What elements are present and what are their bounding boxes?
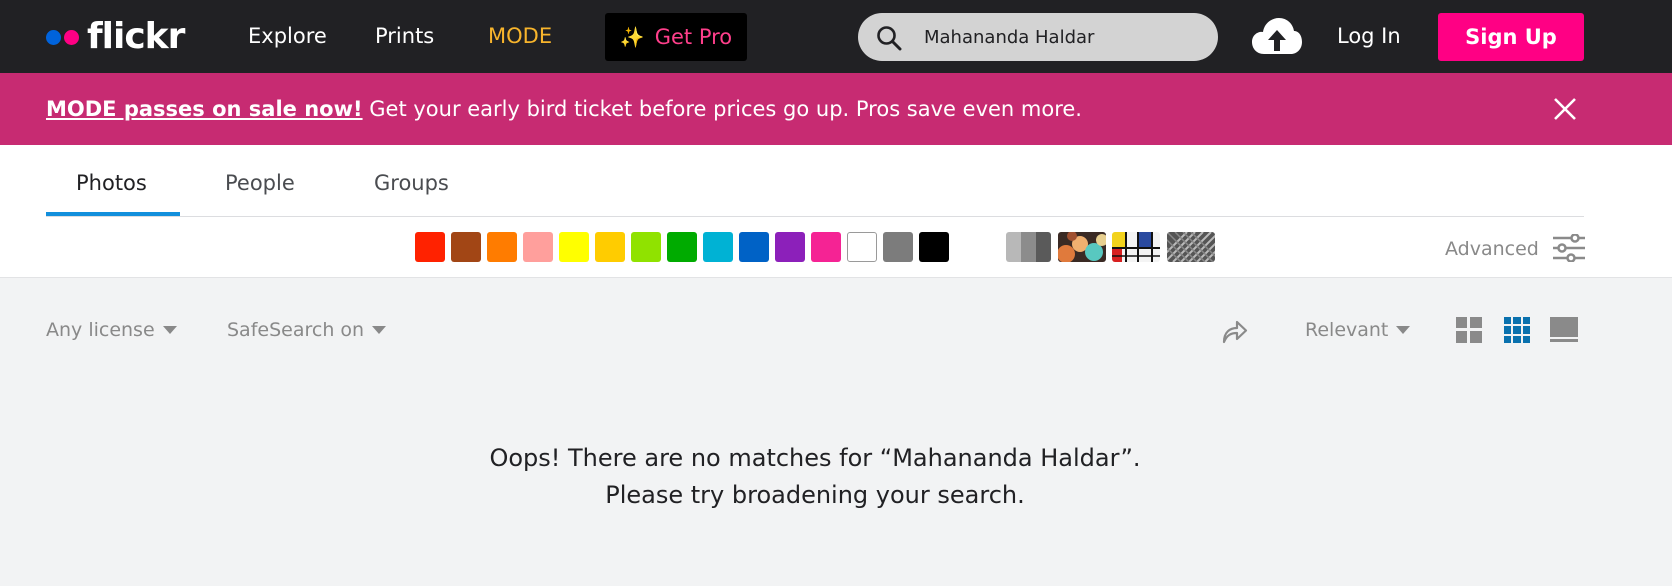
style-filter-minimalism[interactable] [1112, 232, 1160, 262]
color-swatch-lime[interactable] [631, 232, 661, 262]
color-swatch-magenta[interactable] [811, 232, 841, 262]
share-icon[interactable] [1220, 317, 1248, 345]
bokeh-icon [1058, 232, 1106, 262]
log-in-link[interactable]: Log In [1337, 22, 1401, 50]
tab-groups[interactable]: Groups [374, 169, 449, 197]
mondrian-icon [1112, 232, 1160, 262]
pattern-texture-icon [1167, 232, 1215, 262]
no-results-line-2: Please try broadening your search. [605, 481, 1025, 509]
color-swatch-teal[interactable] [703, 232, 733, 262]
color-swatch-black[interactable] [919, 232, 949, 262]
banner-link[interactable]: MODE passes on sale now! [46, 97, 363, 121]
caret-down-icon [162, 326, 177, 334]
search-tabs: Photos People Groups [46, 145, 1584, 217]
black-and-white-icon [1006, 232, 1051, 262]
search-input[interactable] [924, 21, 1204, 53]
sparkle-icon: ✨ [619, 25, 645, 49]
search-box[interactable] [858, 13, 1218, 61]
style-filter-patterns[interactable] [1167, 232, 1215, 262]
logo-wordmark: flickr [87, 16, 185, 57]
style-filter-depth-of-field[interactable] [1058, 232, 1106, 262]
search-icon[interactable] [876, 25, 902, 51]
active-tab-indicator [46, 212, 180, 216]
license-label: Any license [46, 319, 155, 341]
tab-people[interactable]: People [225, 169, 295, 197]
tab-photos[interactable]: Photos [76, 169, 147, 197]
advanced-search-link[interactable]: Advanced [1445, 237, 1539, 261]
sort-dropdown[interactable]: Relevant [1305, 318, 1411, 342]
color-swatch-brown[interactable] [451, 232, 481, 262]
color-swatch-green[interactable] [667, 232, 697, 262]
sign-up-button[interactable]: Sign Up [1438, 13, 1584, 61]
nav-prints[interactable]: Prints [375, 22, 434, 50]
banner-text: Get your early bird ticket before prices… [369, 97, 1082, 121]
justified-view-icon[interactable] [1504, 317, 1530, 343]
nav-explore[interactable]: Explore [248, 22, 327, 50]
grid-large-view-icon[interactable] [1456, 317, 1482, 343]
caret-down-icon [372, 326, 387, 334]
color-swatch-gold[interactable] [595, 232, 625, 262]
promo-banner: MODE passes on sale now! Get your early … [0, 73, 1672, 145]
safesearch-dropdown[interactable]: SafeSearch on [227, 318, 387, 342]
get-pro-button[interactable]: ✨ Get Pro [605, 13, 747, 61]
get-pro-label: Get Pro [654, 25, 733, 49]
color-swatch-purple[interactable] [775, 232, 805, 262]
color-swatch-red[interactable] [415, 232, 445, 262]
logo-pink-dot [64, 29, 79, 45]
flickr-logo[interactable]: flickr [46, 16, 185, 57]
color-swatch-white[interactable] [847, 232, 877, 262]
banner-message: MODE passes on sale now! Get your early … [46, 95, 1082, 123]
color-swatch-orange[interactable] [487, 232, 517, 262]
top-navigation: flickr Explore Prints MODE ✨ Get Pro Log… [0, 0, 1672, 73]
no-results-line-1: Oops! There are no matches for “Mahanand… [489, 444, 1141, 472]
color-swatch-blue[interactable] [739, 232, 769, 262]
color-swatch-pink[interactable] [523, 232, 553, 262]
nav-mode[interactable]: MODE [488, 22, 552, 50]
caret-down-icon [1396, 326, 1411, 334]
style-filter-black-and-white[interactable] [1006, 232, 1051, 262]
upload-cloud-icon[interactable] [1252, 18, 1302, 56]
sliders-icon[interactable] [1553, 234, 1585, 262]
color-swatch-yellow[interactable] [559, 232, 589, 262]
no-results-message: Oops! There are no matches for “Mahanand… [0, 440, 1630, 514]
safesearch-label: SafeSearch on [227, 319, 365, 341]
color-swatch-gray[interactable] [883, 232, 913, 262]
close-icon[interactable] [1553, 97, 1577, 121]
sort-label: Relevant [1305, 319, 1389, 341]
single-view-icon[interactable] [1550, 317, 1578, 343]
logo-blue-dot [46, 29, 61, 45]
license-dropdown[interactable]: Any license [46, 318, 177, 342]
